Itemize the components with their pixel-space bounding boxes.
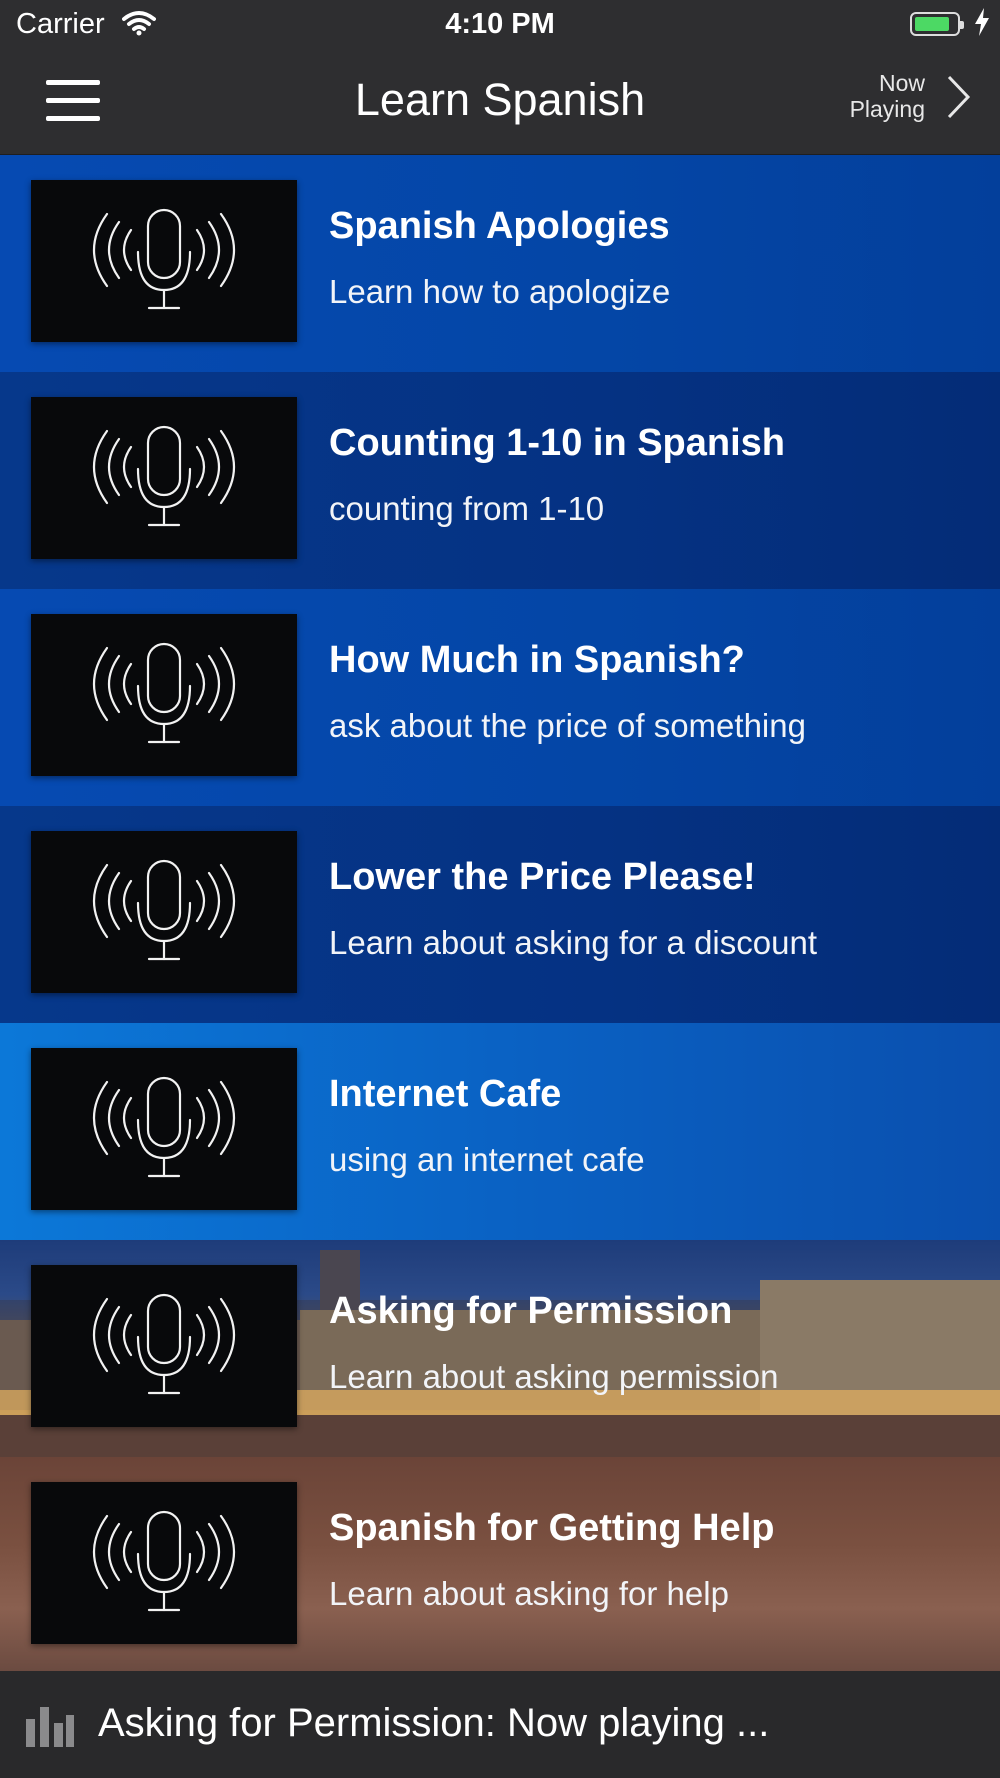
battery-icon [910,12,964,36]
lesson-row[interactable]: Internet Cafe using an internet cafe [0,1023,1000,1240]
lesson-thumbnail [31,831,297,993]
lesson-list[interactable]: Spanish Apologies Learn how to apologize … [0,155,1000,1671]
lesson-title: Asking for Permission [329,1290,733,1332]
lesson-title: Spanish Apologies [329,205,670,247]
lesson-thumbnail [31,1482,297,1644]
lesson-row[interactable]: How Much in Spanish? ask about the price … [0,589,1000,806]
now-playing-label: Now Playing [849,70,925,122]
lesson-thumbnail [31,614,297,776]
navigation-bar: Learn Spanish Now Playing [0,52,1000,155]
status-time: 4:10 PM [445,8,555,40]
lesson-subtitle: Learn about asking for help [329,1575,729,1612]
lesson-title: Counting 1-10 in Spanish [329,422,786,464]
lesson-subtitle: Learn how to apologize [329,273,671,310]
charging-bolt-icon [974,8,990,41]
now-playing-text: Asking for Permission: Now playing ... [98,1701,770,1745]
lesson-row[interactable]: Spanish Apologies Learn how to apologize [0,155,1000,372]
mini-player[interactable]: Asking for Permission: Now playing ... [0,1671,1000,1778]
lesson-subtitle: Learn about asking for a discount [329,924,817,961]
status-bar: Carrier 4:10 PM [0,0,1000,52]
lesson-thumbnail [31,180,297,342]
lesson-title: Internet Cafe [329,1073,562,1115]
lesson-thumbnail [31,1048,297,1210]
lesson-row[interactable]: Lower the Price Please! Learn about askin… [0,806,1000,1023]
lesson-row[interactable]: Spanish for Getting Help Learn about aski… [0,1457,1000,1671]
lesson-row[interactable]: Counting 1-10 in Spanish counting from 1-… [0,372,1000,589]
lesson-row[interactable]: Asking for Permission Learn about asking … [0,1240,1000,1457]
now-playing-button[interactable]: Now Playing [820,66,980,136]
lesson-subtitle: Learn about asking permission [329,1358,779,1395]
equalizer-icon [24,1705,74,1752]
lesson-title: Spanish for Getting Help [329,1507,775,1549]
lesson-title: Lower the Price Please! [329,856,756,898]
lesson-subtitle: ask about the price of something [329,707,806,744]
chevron-right-icon [946,74,972,125]
lesson-thumbnail [31,1265,297,1427]
lesson-title: How Much in Spanish? [329,639,745,681]
lesson-subtitle: counting from 1-10 [329,490,605,527]
battery-level [915,17,949,31]
lesson-thumbnail [31,397,297,559]
lesson-subtitle: using an internet cafe [329,1141,645,1178]
